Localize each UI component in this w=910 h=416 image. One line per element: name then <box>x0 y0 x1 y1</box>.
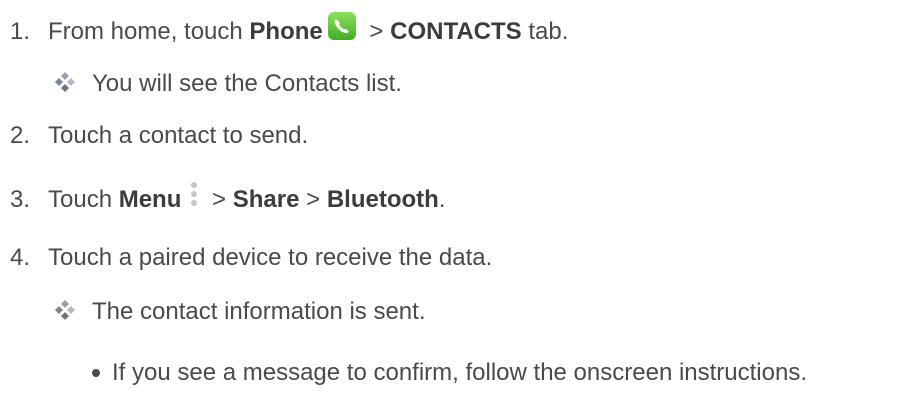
bluetooth-label: Bluetooth <box>326 186 439 213</box>
step-text: > <box>362 18 391 45</box>
step-1: 1. From home, touch Phone > CONTACTS tab… <box>10 12 569 47</box>
step-4: 4. Touch a paired device to receive the … <box>10 243 492 273</box>
step-text: tab. <box>521 18 569 45</box>
step-3: 3. Touch Menu > Share > Bluetooth . <box>10 182 445 218</box>
diamond-bullet-icon <box>55 300 75 320</box>
result-text: The contact information is sent. <box>92 298 426 325</box>
step-text: Touch a paired device to receive the dat… <box>48 244 493 271</box>
menu-icon <box>187 176 201 212</box>
bullet-dot-icon <box>92 369 100 377</box>
note-bullet: If you see a message to confirm, follow … <box>92 358 807 388</box>
phone-icon <box>327 12 356 40</box>
step-number: 4. <box>10 244 31 271</box>
result-text: You will see the Contacts list. <box>92 70 402 97</box>
step-text: > <box>205 186 233 213</box>
step-text: Touch <box>48 186 119 213</box>
step-number: 2. <box>10 122 31 149</box>
step-text: Touch a contact to send. <box>48 122 309 149</box>
share-label: Share <box>232 186 300 213</box>
step-number: 1. <box>10 18 31 45</box>
step-text: > <box>299 186 327 213</box>
step-2: 2. Touch a contact to send. <box>10 121 308 151</box>
step-number: 3. <box>10 186 31 213</box>
result-1: You will see the Contacts list. <box>54 69 402 99</box>
step-text: From home, touch <box>48 18 250 45</box>
result-2: The contact information is sent. <box>54 297 426 327</box>
menu-label: Menu <box>118 186 182 213</box>
note-text: If you see a message to confirm, follow … <box>112 359 808 386</box>
contacts-tab-label: CONTACTS <box>390 18 522 45</box>
phone-label: Phone <box>249 18 323 45</box>
diamond-bullet-icon <box>55 72 75 92</box>
step-text: . <box>438 186 446 213</box>
